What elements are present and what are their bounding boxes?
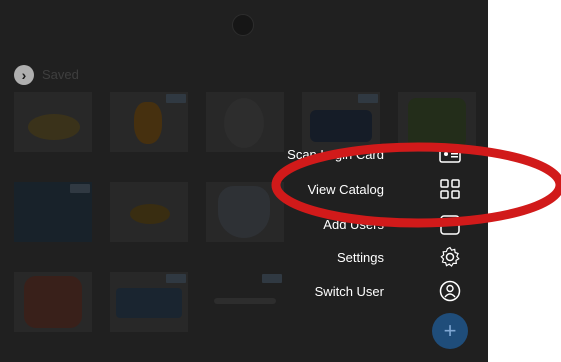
menu-item-add-users[interactable]: Add Users xyxy=(323,217,384,232)
menu-item-scan-login-card[interactable]: Scan Login Card xyxy=(287,147,384,162)
person-icon[interactable] xyxy=(439,280,461,302)
gear-icon[interactable] xyxy=(439,246,461,268)
user-box-icon[interactable] xyxy=(439,214,461,236)
grid-icon[interactable] xyxy=(439,178,461,200)
dim-overlay[interactable] xyxy=(0,0,488,362)
menu-item-view-catalog[interactable]: View Catalog xyxy=(308,182,384,197)
app-screen: › Saved Scan Login Card View Catalog Add… xyxy=(0,0,488,362)
id-card-icon[interactable] xyxy=(439,144,461,166)
plus-fab-button[interactable]: + xyxy=(432,313,468,349)
menu-item-switch-user[interactable]: Switch User xyxy=(315,284,384,299)
menu-item-settings[interactable]: Settings xyxy=(337,250,384,265)
